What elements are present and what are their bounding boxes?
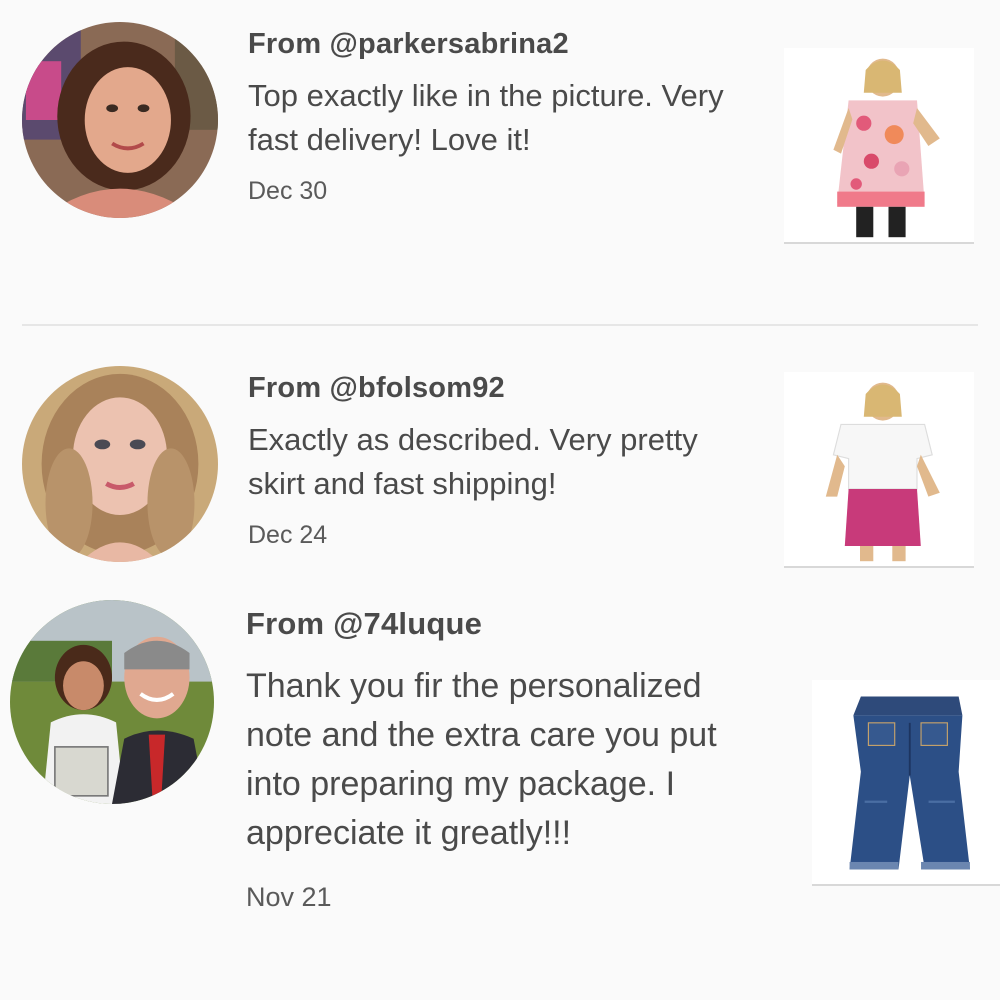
review-item: From @74luque Thank you fir the personal… — [0, 590, 1000, 1000]
reviewer-username[interactable]: From @parkersabrina2 — [248, 26, 748, 62]
review-content: From @parkersabrina2 Top exactly like in… — [248, 26, 748, 206]
avatar[interactable] — [22, 22, 218, 218]
review-divider — [22, 324, 978, 326]
avatar[interactable] — [22, 366, 218, 562]
review-date: Nov 21 — [246, 882, 332, 912]
review-date: Dec 30 — [248, 177, 328, 205]
review-comment: Top exactly like in the picture. Very fa… — [248, 78, 724, 157]
review-comment: Exactly as described. Very pretty skirt … — [248, 422, 698, 501]
review-content: From @74luque Thank you fir the personal… — [246, 604, 766, 912]
reviewer-avatar-photo — [10, 600, 214, 804]
review-date: Dec 24 — [248, 521, 328, 549]
product-thumbnail[interactable] — [812, 680, 1000, 886]
reviews-feed: From @parkersabrina2 Top exactly like in… — [0, 0, 1000, 1000]
jeans-product-photo — [812, 689, 1000, 877]
product-thumbnail[interactable] — [784, 372, 974, 568]
pink-skirt-product-photo — [784, 375, 974, 565]
avatar[interactable] — [10, 600, 214, 804]
floral-top-product-photo — [784, 51, 974, 241]
reviewer-username[interactable]: From @74luque — [246, 604, 766, 644]
reviewer-username[interactable]: From @bfolsom92 — [248, 370, 748, 406]
reviewer-avatar-photo — [22, 22, 218, 218]
review-comment: Thank you fir the personalized note and … — [246, 667, 717, 852]
product-thumbnail[interactable] — [784, 48, 974, 244]
review-content: From @bfolsom92 Exactly as described. Ve… — [248, 370, 748, 550]
review-item: From @parkersabrina2 Top exactly like in… — [0, 0, 1000, 330]
review-item: From @bfolsom92 Exactly as described. Ve… — [0, 340, 1000, 590]
reviewer-avatar-photo — [22, 366, 218, 562]
